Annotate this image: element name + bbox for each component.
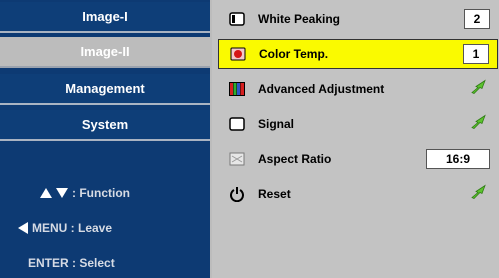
thermometer-icon: [229, 46, 247, 62]
color-temp-value[interactable]: 1: [463, 44, 489, 64]
down-arrow-icon: [56, 188, 68, 198]
tab-image-i[interactable]: Image-I: [0, 2, 210, 33]
item-label: Color Temp.: [259, 47, 329, 61]
item-label: Signal: [258, 117, 295, 131]
frame-icon: [228, 11, 246, 27]
tab-label: Image-II: [80, 44, 130, 59]
tab-label: System: [81, 117, 129, 132]
power-icon: [228, 186, 246, 202]
white-peaking-value[interactable]: 2: [464, 9, 490, 29]
menu-item-signal[interactable]: Signal: [218, 109, 498, 139]
help-function: : Function: [40, 186, 130, 200]
menu-item-aspect-ratio[interactable]: Aspect Ratio 16:9: [218, 144, 498, 174]
osd-menu: Image-I Image-II Management System : Fun…: [0, 0, 499, 278]
tab-image-ii[interactable]: Image-II: [0, 37, 210, 68]
help-menu-text: MENU : Leave: [32, 221, 113, 235]
left-arrow-icon: [18, 222, 28, 234]
enter-arrow-icon[interactable]: [470, 79, 488, 100]
item-label: Advanced Adjustment: [258, 82, 385, 96]
color-bars-icon: [228, 81, 246, 97]
help-enter-select: ENTER : Select: [28, 256, 115, 270]
help-function-text: : Function: [72, 186, 130, 200]
enter-arrow-icon[interactable]: [470, 114, 488, 135]
menu-item-reset[interactable]: Reset: [218, 179, 498, 209]
menu-item-advanced-adjustment[interactable]: Advanced Adjustment: [218, 74, 498, 104]
tab-label: Image-I: [82, 9, 128, 24]
item-label: Aspect Ratio: [258, 152, 332, 166]
help-enter-text: ENTER : Select: [28, 256, 115, 270]
menu-item-color-temp[interactable]: Color Temp. 1: [218, 39, 498, 69]
up-arrow-icon: [40, 188, 52, 198]
enter-arrow-icon[interactable]: [470, 184, 488, 205]
tab-system[interactable]: System: [0, 110, 210, 141]
aspect-ratio-value[interactable]: 16:9: [426, 149, 490, 169]
tab-management[interactable]: Management: [0, 74, 210, 105]
item-label: White Peaking: [258, 12, 341, 26]
settings-panel: White Peaking 2 Color Temp. 1 Advanced A…: [212, 0, 499, 278]
screen-icon: [228, 151, 246, 167]
menu-item-white-peaking[interactable]: White Peaking 2: [218, 4, 498, 34]
item-label: Reset: [258, 187, 291, 201]
sidebar: Image-I Image-II Management System : Fun…: [0, 0, 210, 278]
frame-icon: [228, 116, 246, 132]
tab-label: Management: [65, 81, 145, 96]
help-menu-leave: MENU : Leave: [18, 221, 112, 235]
